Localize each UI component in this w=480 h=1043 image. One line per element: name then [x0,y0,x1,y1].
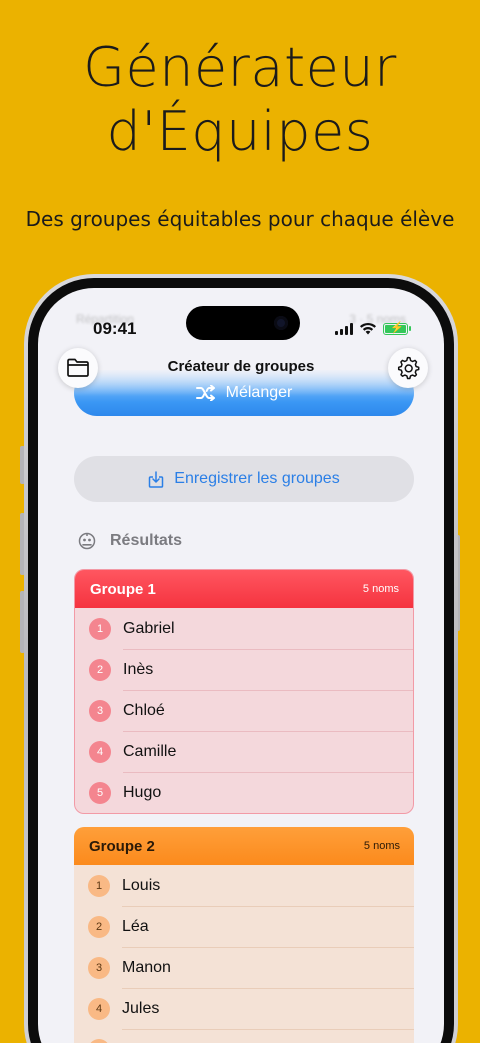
save-groups-button[interactable]: Enregistrer les groupes [74,456,414,502]
list-item: 4 Jules [74,988,414,1029]
list-item: 2 Léa [74,906,414,947]
group-count: 5 noms [362,583,399,595]
member-number: 3 [88,956,110,979]
nav-title: Créateur de groupes [167,358,315,375]
results-label: Résultats [110,532,183,549]
group-header: Groupe 2 5 noms [74,827,414,865]
hero-subtitle: Des groupes équitables pour chaque élève [25,207,455,231]
battery-icon: ⚡ [383,322,411,335]
group-name: Groupe 1 [90,580,156,598]
member-number: 2 [89,658,111,681]
wifi-icon [360,322,376,335]
status-time: 09:41 [93,319,137,338]
list-item: 1 Gabriel [75,608,413,649]
list-item: 4 Camille [75,731,413,772]
download-icon [149,470,164,488]
member-name: Gabriel [123,619,175,637]
group-name: Groupe 2 [89,837,155,855]
phone-frame: Répartition 3 · 5 noms 09:41 ⚡ Mélanger … [24,274,458,1043]
list-item [74,1029,414,1043]
list-item: 2 Inès [75,649,413,690]
people-group-icon [78,532,96,550]
member-name: Jules [122,999,160,1017]
member-name: Manon [122,958,171,976]
member-number [88,1038,110,1043]
hero-title-line-1: Générateur [83,36,397,99]
shuffle-icon [195,385,215,401]
group-header: Groupe 1 5 noms [75,570,413,608]
member-number: 4 [88,997,110,1020]
list-item: 1 Louis [74,865,414,906]
member-number: 1 [88,874,110,897]
member-number: 3 [89,699,111,722]
member-name: Hugo [123,783,162,801]
member-number: 5 [89,781,111,804]
group-card: Groupe 2 5 noms 1 Louis 2 Léa 3 Manon 4 Jule… [74,827,414,1043]
results-header: Résultats [78,532,182,550]
group-count: 5 noms [363,840,400,852]
save-groups-label: Enregistrer les groupes [174,470,340,487]
member-name: Inès [123,660,154,678]
dynamic-island [186,306,300,340]
status-icons: ⚡ [335,322,411,335]
hero-title: Générateur d'Équipes [0,36,480,164]
shuffle-button[interactable]: Mélanger [74,370,414,416]
list-item: 3 Chloé [75,690,413,731]
shuffle-label: Mélanger [225,384,293,401]
member-name: Louis [122,876,161,894]
member-name: Camille [123,742,177,760]
member-number: 2 [88,915,110,938]
group-card: Groupe 1 5 noms 1 Gabriel 2 Inès 3 Chloé 4C… [74,569,414,814]
list-item: 3 Manon [74,947,414,988]
cellular-signal-icon [335,322,353,335]
member-name: Léa [122,917,149,935]
list-item: 5 Hugo [75,772,413,813]
member-name: Chloé [123,701,165,719]
member-number: 1 [89,617,111,640]
app-screen: Répartition 3 · 5 noms 09:41 ⚡ Mélanger … [38,288,444,1043]
hero-title-line-2: d'Équipes [106,100,374,163]
member-number: 4 [89,740,111,763]
